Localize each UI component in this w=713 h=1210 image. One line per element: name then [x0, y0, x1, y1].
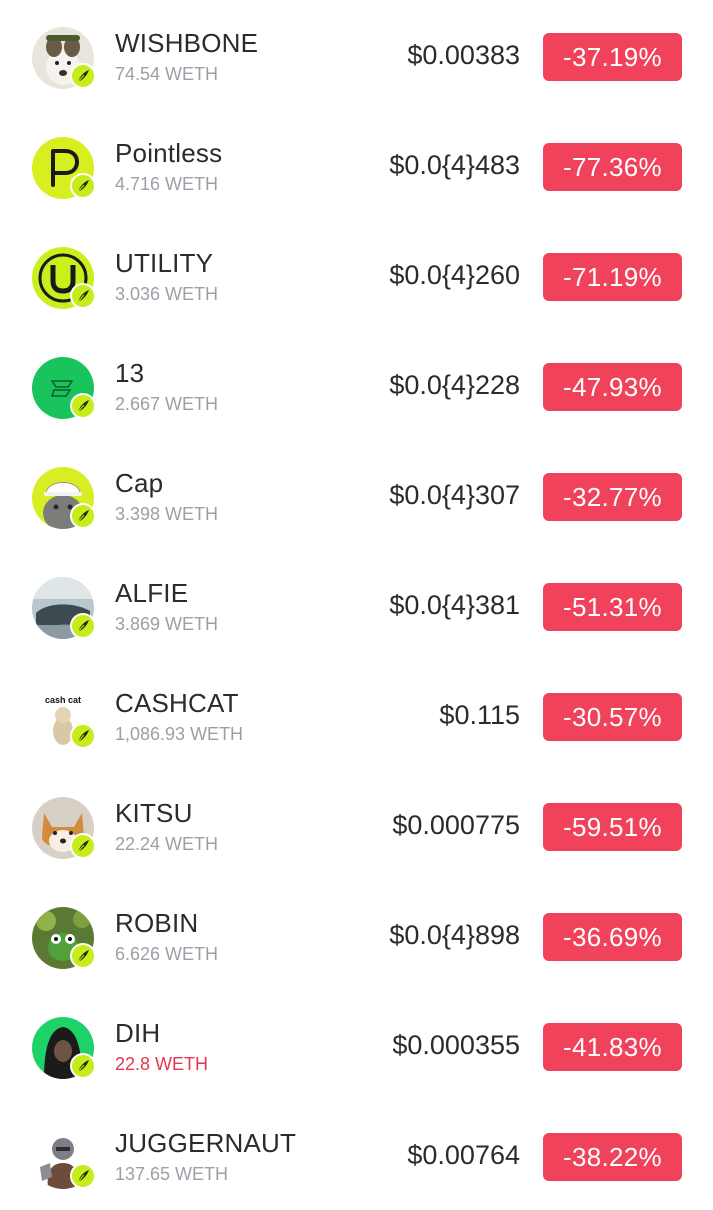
- token-name: CASHCAT: [115, 688, 239, 718]
- token-avatar: cash cat: [32, 687, 96, 751]
- token-price: $0.0{4}483: [389, 150, 520, 180]
- token-name: KITSU: [115, 798, 193, 828]
- leaf-icon: [70, 1163, 96, 1189]
- token-volume: 74.54 WETH: [115, 64, 219, 84]
- token-price: $0.000355: [392, 1030, 520, 1060]
- token-price: $0.000775: [392, 810, 520, 840]
- token-volume: 1,086.93 WETH: [115, 724, 244, 744]
- leaf-icon: [70, 1053, 96, 1079]
- token-name: UTILITY: [115, 248, 214, 278]
- cash-cat-caption: cash cat: [45, 695, 81, 705]
- token-avatar: [32, 1127, 96, 1191]
- leaf-icon: [70, 63, 96, 89]
- price-change-badge[interactable]: -36.69%: [543, 913, 682, 961]
- token-name: Cap: [115, 468, 164, 498]
- token-avatar: [32, 137, 96, 201]
- leaf-icon: [70, 173, 96, 199]
- list-item[interactable]: ROBIN 6.626 WETH $0.0{4}898 -36.69%: [0, 880, 713, 990]
- token-avatar: [32, 467, 96, 531]
- price-change-badge[interactable]: -37.19%: [543, 33, 682, 81]
- token-name: WISHBONE: [115, 28, 259, 58]
- token-volume: 3.036 WETH: [115, 284, 219, 304]
- token-name: ALFIE: [115, 578, 189, 608]
- token-list: WISHBONE 74.54 WETH $0.00383 -37.19% Poi…: [0, 0, 713, 1200]
- token-name: JUGGERNAUT: [115, 1128, 297, 1158]
- leaf-icon: [70, 613, 96, 639]
- token-volume: 6.626 WETH: [115, 944, 219, 964]
- token-volume: 22.24 WETH: [115, 834, 219, 854]
- token-avatar: [32, 247, 96, 311]
- token-volume: 2.667 WETH: [115, 394, 219, 414]
- list-item[interactable]: ALFIE 3.869 WETH $0.0{4}381 -51.31%: [0, 550, 713, 660]
- token-volume: 3.398 WETH: [115, 504, 219, 524]
- list-item[interactable]: Pointless 4.716 WETH $0.0{4}483 -77.36%: [0, 110, 713, 220]
- leaf-icon: [70, 393, 96, 419]
- price-change-badge[interactable]: -71.19%: [543, 253, 682, 301]
- price-change-badge[interactable]: -30.57%: [543, 693, 682, 741]
- token-price: $0.0{4}898: [389, 920, 520, 950]
- list-item[interactable]: cash cat CASHCAT 1,086.93 WETH $0.115 -3…: [0, 660, 713, 770]
- token-name: 13: [115, 358, 145, 388]
- leaf-icon: [70, 723, 96, 749]
- token-volume: 137.65 WETH: [115, 1164, 229, 1184]
- list-item[interactable]: Cap 3.398 WETH $0.0{4}307 -32.77%: [0, 440, 713, 550]
- list-item[interactable]: UTILITY 3.036 WETH $0.0{4}260 -71.19%: [0, 220, 713, 330]
- token-avatar: [32, 797, 96, 861]
- token-avatar: [32, 1017, 96, 1081]
- leaf-icon: [70, 943, 96, 969]
- leaf-icon: [70, 283, 96, 309]
- price-change-badge[interactable]: -32.77%: [543, 473, 682, 521]
- price-change-badge[interactable]: -51.31%: [543, 583, 682, 631]
- token-volume: 3.869 WETH: [115, 614, 219, 634]
- token-price: $0.00764: [407, 1140, 520, 1170]
- token-price: $0.0{4}260: [389, 260, 520, 290]
- list-item[interactable]: JUGGERNAUT 137.65 WETH $0.00764 -38.22%: [0, 1100, 713, 1210]
- list-item[interactable]: 13 2.667 WETH $0.0{4}228 -47.93%: [0, 330, 713, 440]
- price-change-badge[interactable]: -38.22%: [543, 1133, 682, 1181]
- token-price: $0.0{4}228: [389, 370, 520, 400]
- price-change-badge[interactable]: -59.51%: [543, 803, 682, 851]
- token-avatar: [32, 27, 96, 91]
- token-price: $0.0{4}381: [389, 590, 520, 620]
- token-price: $0.00383: [407, 40, 520, 70]
- token-name: ROBIN: [115, 908, 199, 938]
- leaf-icon: [70, 833, 96, 859]
- token-volume: 4.716 WETH: [115, 174, 219, 194]
- list-item[interactable]: WISHBONE 74.54 WETH $0.00383 -37.19%: [0, 0, 713, 110]
- price-change-badge[interactable]: -41.83%: [543, 1023, 682, 1071]
- token-price: $0.0{4}307: [389, 480, 520, 510]
- token-name: DIH: [115, 1018, 161, 1048]
- list-item[interactable]: KITSU 22.24 WETH $0.000775 -59.51%: [0, 770, 713, 880]
- list-item[interactable]: DIH 22.8 WETH $0.000355 -41.83%: [0, 990, 713, 1100]
- token-volume: 22.8 WETH: [115, 1054, 209, 1074]
- token-avatar: [32, 357, 96, 421]
- price-change-badge[interactable]: -77.36%: [543, 143, 682, 191]
- token-avatar: [32, 577, 96, 641]
- token-avatar: [32, 907, 96, 971]
- leaf-icon: [70, 503, 96, 529]
- token-name: Pointless: [115, 138, 223, 168]
- price-change-badge[interactable]: -47.93%: [543, 363, 682, 411]
- token-price: $0.115: [439, 700, 520, 730]
